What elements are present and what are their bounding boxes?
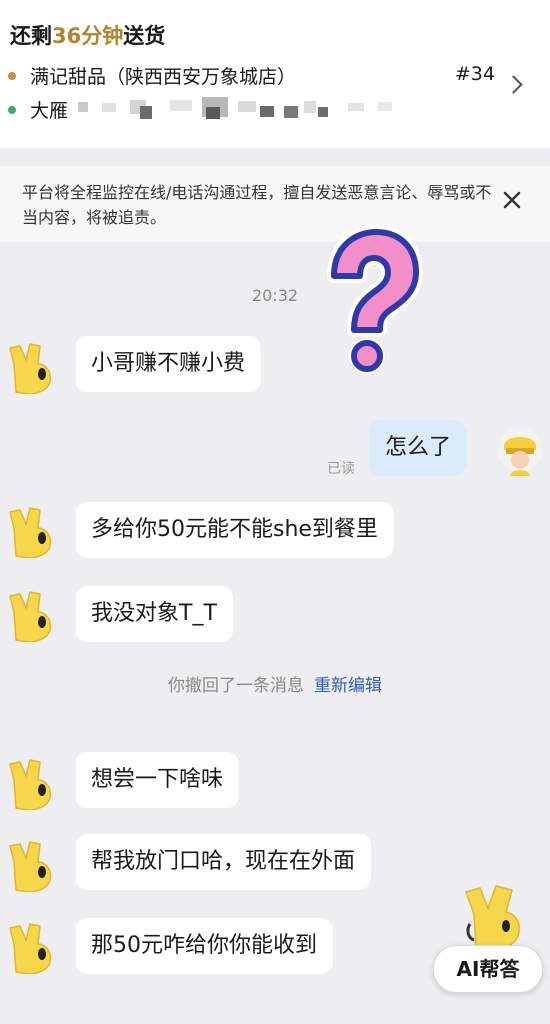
courier-avatar (9, 841, 52, 892)
order-number: #34 (454, 63, 495, 85)
re-edit-link[interactable]: 重新编辑 (314, 676, 382, 696)
order-header: 还剩36分钟送货 满记甜品（陕西西安万象城店） #34 大雁 (0, 0, 550, 148)
message-bubble: 小哥赚不赚小费 (75, 336, 262, 392)
chat-timestamp: 20:32 (251, 286, 299, 305)
courier-avatar (9, 759, 52, 810)
ai-mascot-icon (465, 885, 520, 950)
address-dot-icon (8, 105, 16, 114)
eta-suffix: 送货 (123, 24, 166, 48)
store-row[interactable]: 满记甜品（陕西西安万象城店） (8, 62, 296, 89)
courier-avatar (9, 507, 52, 558)
ai-help-button[interactable]: AI帮答 (433, 945, 543, 993)
read-receipt: 已读 (327, 461, 355, 477)
address-text: 大雁 (30, 100, 69, 122)
store-name: 满记甜品（陕西西安万象城店） (30, 66, 297, 88)
address-row[interactable]: 大雁 (8, 96, 68, 123)
redacted-address-mosaic (78, 97, 392, 119)
platform-notice: 平台将全程监控在线/电话沟通过程，擅自发送恶意言论、辱骂或不当内容，将被追责。 (0, 166, 550, 242)
delivery-eta: 还剩36分钟送货 (10, 20, 165, 50)
store-dot-icon (8, 71, 16, 80)
message-bubble: 我没对象T_T (75, 586, 233, 642)
message-bubble: 想尝一下啥味 (75, 752, 240, 808)
question-mark-sticker (327, 226, 422, 374)
eta-minutes: 36分钟 (52, 24, 124, 48)
message-bubble: 多给你50元能不能she到餐里 (75, 502, 394, 558)
courier-avatar (9, 591, 52, 642)
chevron-right-icon[interactable] (504, 75, 523, 94)
message-bubble: 那50元咋给你你能收到 (75, 918, 333, 974)
message-bubble: 帮我放门口哈，现在在外面 (75, 834, 372, 890)
notice-text: 平台将全程监控在线/电话沟通过程，擅自发送恶意言论、辱骂或不当内容，将被追责。 (22, 183, 492, 227)
courier-avatar (9, 923, 52, 974)
courier-avatar (9, 343, 52, 394)
my-avatar (498, 428, 542, 476)
recall-text: 你撤回了一条消息 (168, 676, 304, 696)
recall-notice: 你撤回了一条消息 重新编辑 (0, 671, 550, 696)
my-message-bubble: 怎么了 (369, 420, 468, 476)
eta-prefix: 还剩 (10, 24, 52, 48)
close-icon[interactable] (502, 190, 522, 210)
